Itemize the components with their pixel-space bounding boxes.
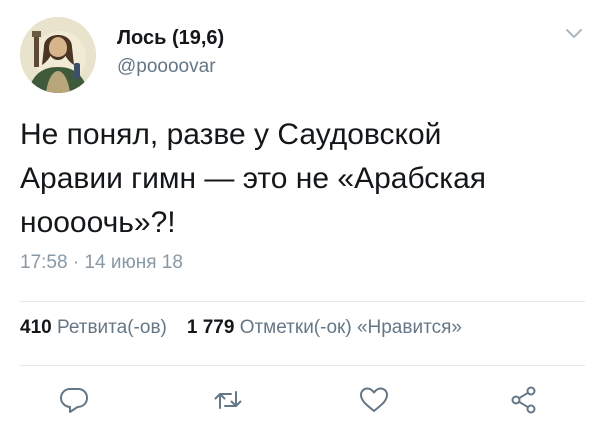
tweet-stats: 410 Ретвита(-ов) 1 779 Отметки(-ок) «Нрав… [20,317,462,339]
chevron-down-icon[interactable] [564,26,584,42]
retweets-count: 410 [20,317,52,338]
divider [20,365,585,366]
avatar[interactable] [20,17,96,93]
retweets-stat[interactable]: 410 Ретвита(-ов) [20,317,167,338]
divider [20,301,585,302]
share-button[interactable] [508,384,540,416]
likes-label: Отметки(-ок) «Нравится» [239,317,462,338]
reply-button[interactable] [58,384,90,416]
retweet-button[interactable] [212,384,244,416]
share-icon [511,386,536,414]
heart-icon [360,387,388,412]
author-handle[interactable]: @poooovar [117,56,216,78]
like-button[interactable] [358,384,390,416]
retweets-label: Ретвита(-ов) [56,317,167,338]
likes-stat[interactable]: 1 779 Отметки(-ок) «Нравится» [187,317,462,338]
tweet-timestamp[interactable]: 17:58 · 14 июня 18 [20,252,183,274]
likes-count: 1 779 [186,317,235,338]
tweet-text: Не понял, разве у Саудовской Аравии гимн… [20,118,487,239]
reply-icon [60,388,88,413]
author-name[interactable]: Лось (19,6) [117,27,224,50]
retweet-icon [214,391,242,409]
